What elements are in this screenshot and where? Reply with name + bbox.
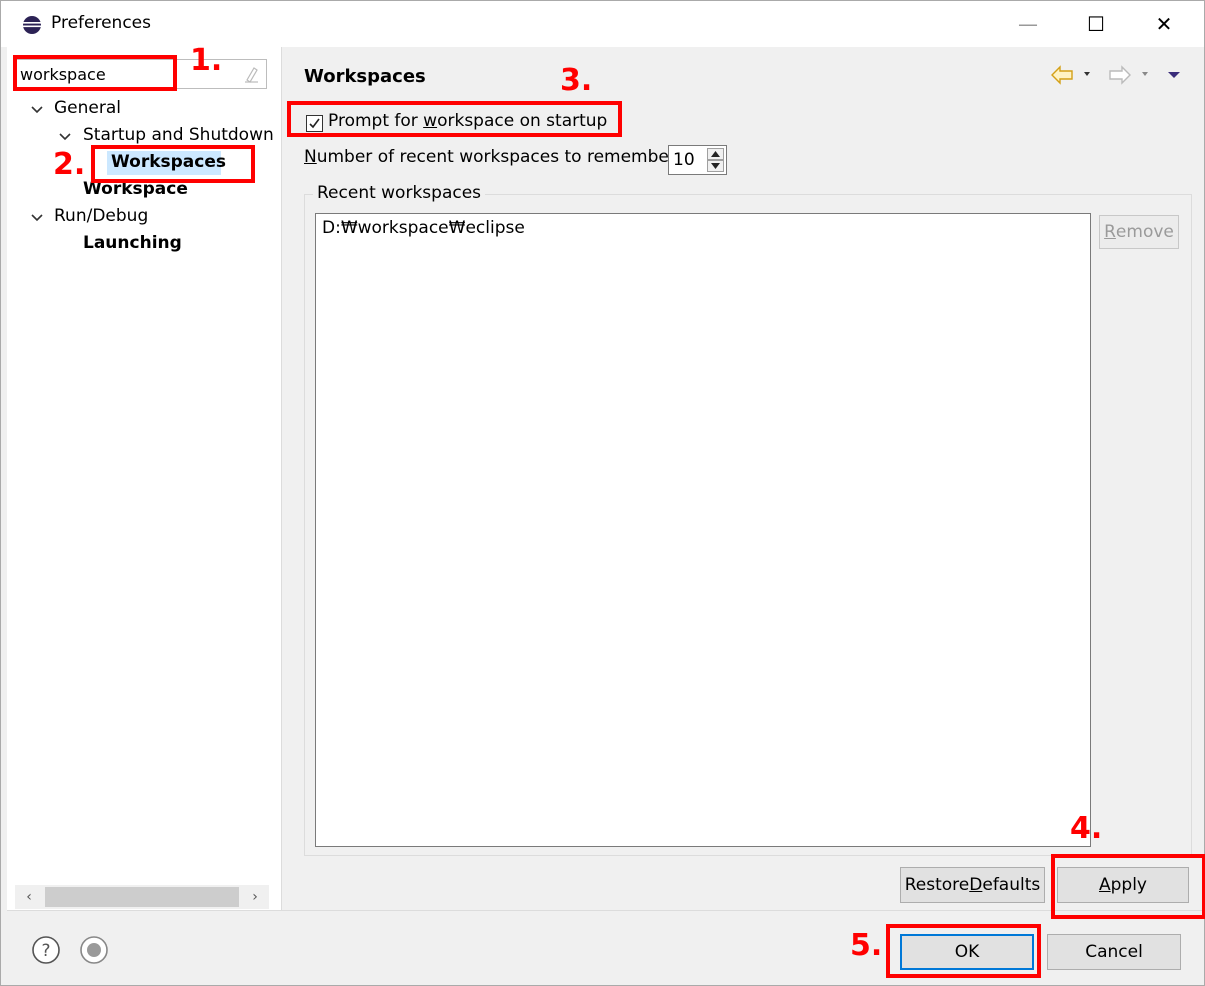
maximize-button[interactable]: ☐ [1062,1,1130,47]
back-arrow-icon[interactable] [1051,65,1073,85]
annotation-step-3: 3. [560,63,593,98]
close-button[interactable]: ✕ [1130,1,1198,47]
forward-menu-chevron-icon[interactable] [1142,72,1148,76]
panel-splitter[interactable] [281,47,283,910]
minimize-button[interactable]: — [994,1,1062,47]
help-icon[interactable]: ? [31,935,61,965]
forward-arrow-icon[interactable] [1109,65,1131,85]
spin-up-button[interactable] [707,148,724,160]
page-navigation [1051,65,1180,85]
clear-filter-icon[interactable] [241,65,261,83]
cancel-button[interactable]: Cancel [1047,934,1181,970]
preferences-window: Preferences — ☐ ✕ General Startup and Sh… [0,0,1205,986]
eclipse-icon [23,16,41,34]
view-menu-icon[interactable] [1168,72,1180,78]
record-macro-icon[interactable] [79,935,109,965]
tree-item-startup-shutdown[interactable]: Startup and Shutdown [83,125,274,145]
recent-count-spinner [668,145,727,175]
bottom-separator [7,910,1202,911]
triangle-up-icon [711,151,720,157]
annotation-step-2: 2. [53,147,86,182]
spin-down-button[interactable] [707,160,724,172]
page-title: Workspaces [304,66,426,87]
annotation-box-apply [1051,854,1205,919]
annotation-box-workspaces [91,145,255,183]
scroll-left-icon[interactable]: ‹ [19,887,39,907]
annotation-box-filter [13,55,177,91]
title-bar[interactable]: Preferences — ☐ ✕ [1,1,1204,47]
tree-item-general[interactable]: General [54,98,121,118]
chevron-down-icon[interactable] [30,213,44,223]
tree-item-launching[interactable]: Launching [83,233,182,253]
annotation-box-ok [886,924,1041,978]
back-menu-chevron-icon[interactable] [1084,72,1090,76]
recent-count-label: Number of recent workspaces to remember: [304,147,682,167]
recent-workspaces-label: Recent workspaces [313,183,486,203]
scrollbar-thumb[interactable] [45,887,239,907]
recent-count-input[interactable] [673,149,705,171]
window-title: Preferences [51,13,151,33]
svg-text:?: ? [41,941,50,961]
tree-item-run-debug[interactable]: Run/Debug [54,206,148,226]
annotation-step-5: 5. [850,928,883,963]
annotation-step-4: 4. [1070,811,1103,846]
chevron-down-icon[interactable] [58,132,72,142]
chevron-down-icon[interactable] [30,105,44,115]
recent-workspaces-list[interactable]: D:₩workspace₩eclipse [315,213,1091,847]
restore-defaults-button[interactable]: Restore Defaults [900,867,1045,903]
annotation-box-prompt [287,101,622,137]
annotation-step-1: 1. [190,43,223,78]
tree-horizontal-scrollbar[interactable]: ‹ › [15,885,269,909]
remove-button[interactable]: Remove [1099,215,1179,249]
scroll-right-icon[interactable]: › [245,887,265,907]
triangle-down-icon [711,163,720,169]
list-item[interactable]: D:₩workspace₩eclipse [322,218,525,238]
